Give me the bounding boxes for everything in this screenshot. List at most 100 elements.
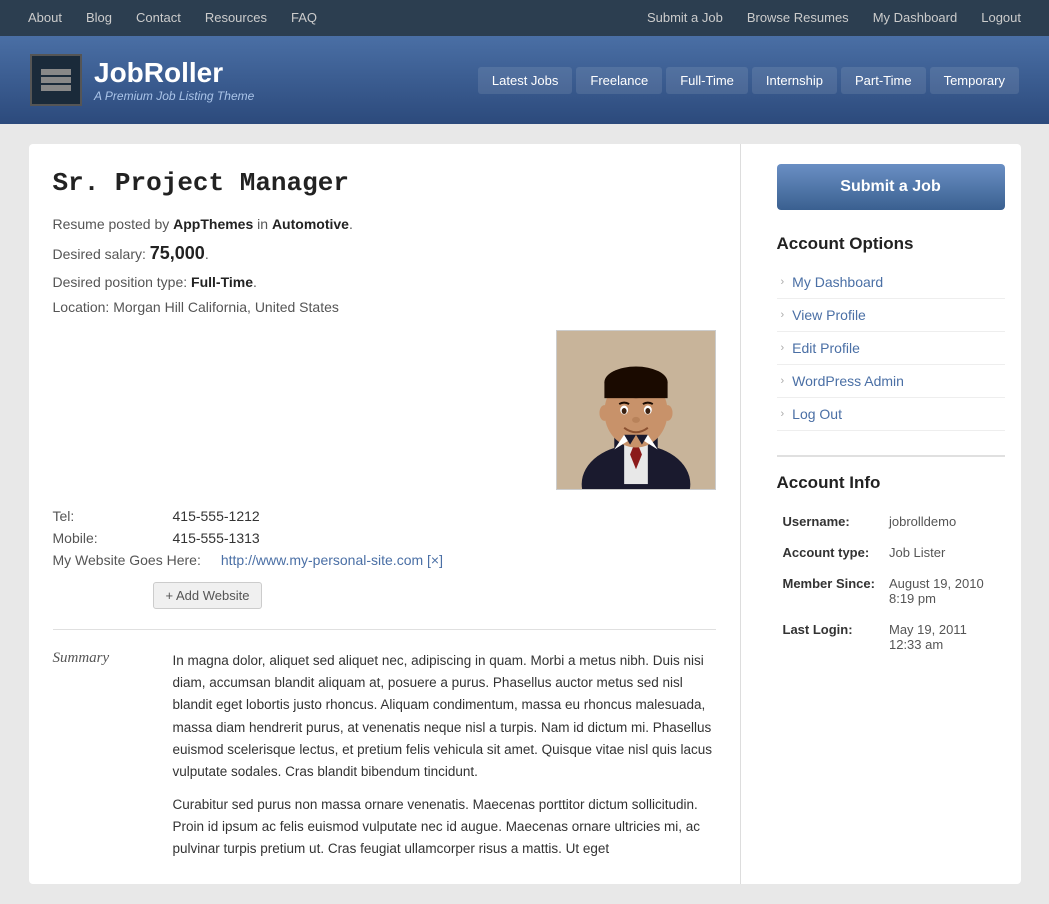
website-label: My Website Goes Here:: [53, 552, 201, 568]
mobile-value: 415-555-1313: [173, 530, 260, 546]
arrow-icon: ›: [781, 276, 785, 288]
view-profile-label: View Profile: [792, 307, 866, 323]
member-since-label: Member Since:: [779, 569, 883, 613]
main-wrapper: Sr. Project Manager Resume posted by App…: [15, 144, 1035, 884]
sidebar-item-wordpress-admin[interactable]: › WordPress Admin: [777, 365, 1005, 397]
nav-about[interactable]: About: [16, 0, 74, 36]
category-nav: Latest Jobs Freelance Full-Time Internsh…: [478, 67, 1019, 94]
list-item: › View Profile: [777, 299, 1005, 332]
contact-info-col: [53, 330, 536, 490]
salary-prefix: Desired salary:: [53, 246, 150, 262]
salary-suffix: .: [205, 246, 209, 262]
cat-temporary[interactable]: Temporary: [930, 67, 1019, 94]
member-since-value: August 19, 2010 8:19 pm: [885, 569, 1003, 613]
account-type-label: Account type:: [779, 538, 883, 567]
site-header: JobRoller A Premium Job Listing Theme La…: [0, 36, 1049, 124]
location-prefix: Location:: [53, 299, 114, 315]
table-row: Account type: Job Lister: [779, 538, 1003, 567]
summary-paragraph-1: In magna dolor, aliquet sed aliquet nec,…: [173, 650, 716, 784]
logo-icon: [30, 54, 82, 106]
top-nav-right: Submit a Job Browse Resumes My Dashboard…: [635, 0, 1033, 36]
list-item: › Log Out: [777, 398, 1005, 431]
tel-label: Tel:: [53, 508, 153, 524]
position-prefix: Desired position type:: [53, 274, 192, 290]
nav-browse-resumes[interactable]: Browse Resumes: [735, 0, 861, 36]
cat-full-time[interactable]: Full-Time: [666, 67, 748, 94]
table-row: Member Since: August 19, 2010 8:19 pm: [779, 569, 1003, 613]
person-svg: [557, 330, 715, 490]
table-row: Last Login: May 19, 2011 12:33 am: [779, 615, 1003, 659]
contact-row-tel: Tel: 415-555-1212: [53, 508, 716, 524]
list-item: › My Dashboard: [777, 266, 1005, 299]
summary-section: Summary In magna dolor, aliquet sed aliq…: [53, 650, 716, 860]
username-value: jobrolldemo: [885, 507, 1003, 536]
arrow-icon: ›: [781, 309, 785, 321]
nav-my-dashboard[interactable]: My Dashboard: [861, 0, 970, 36]
contact-row-mobile: Mobile: 415-555-1313: [53, 530, 716, 546]
main-content: Sr. Project Manager Resume posted by App…: [29, 144, 741, 884]
account-info-title: Account Info: [777, 455, 1005, 493]
profile-photo: [556, 330, 716, 490]
sidebar-item-my-dashboard[interactable]: › My Dashboard: [777, 266, 1005, 298]
contact-info-block: Tel: 415-555-1212 Mobile: 415-555-1313 M…: [53, 508, 716, 609]
account-options-title: Account Options: [777, 234, 1005, 254]
submit-job-button[interactable]: Submit a Job: [777, 164, 1005, 210]
resume-meta: Resume posted by AppThemes in Automotive…: [53, 212, 716, 320]
summary-label: Summary: [53, 650, 153, 860]
profile-photo-container: [556, 330, 716, 490]
add-website-area: + Add Website: [153, 574, 716, 609]
sidebar-item-edit-profile[interactable]: › Edit Profile: [777, 332, 1005, 364]
location-value: Morgan Hill California, United States: [113, 299, 339, 315]
last-login-label: Last Login:: [779, 615, 883, 659]
nav-faq[interactable]: FAQ: [279, 0, 329, 36]
salary-value: 75,000: [150, 243, 205, 263]
posted-by-prefix: Resume posted by: [53, 216, 174, 232]
logo-area: JobRoller A Premium Job Listing Theme: [30, 54, 254, 106]
nav-contact[interactable]: Contact: [124, 0, 193, 36]
top-nav-left: About Blog Contact Resources FAQ: [16, 0, 329, 36]
cat-internship[interactable]: Internship: [752, 67, 837, 94]
posted-by-name: AppThemes: [173, 216, 253, 232]
nav-resources[interactable]: Resources: [193, 0, 279, 36]
mobile-label: Mobile:: [53, 530, 153, 546]
nav-logout[interactable]: Logout: [969, 0, 1033, 36]
edit-profile-label: Edit Profile: [792, 340, 860, 356]
site-title: JobRoller: [94, 57, 254, 89]
account-info-table: Username: jobrolldemo Account type: Job …: [777, 505, 1005, 661]
job-title: Sr. Project Manager: [53, 168, 716, 198]
sidebar: Submit a Job Account Options › My Dashbo…: [761, 144, 1021, 884]
table-row: Username: jobrolldemo: [779, 507, 1003, 536]
resume-category: Automotive: [272, 216, 349, 232]
list-item: › WordPress Admin: [777, 365, 1005, 398]
tel-value: 415-555-1212: [173, 508, 260, 524]
arrow-icon: ›: [781, 375, 785, 387]
arrow-icon: ›: [781, 408, 785, 420]
list-item: › Edit Profile: [777, 332, 1005, 365]
position-value: Full-Time: [191, 274, 253, 290]
contact-row-website: My Website Goes Here: http://www.my-pers…: [53, 552, 716, 568]
sidebar-item-log-out[interactable]: › Log Out: [777, 398, 1005, 430]
username-label: Username:: [779, 507, 883, 536]
last-login-value: May 19, 2011 12:33 am: [885, 615, 1003, 659]
account-options-list: › My Dashboard › View Profile › Edit Pro…: [777, 266, 1005, 431]
nav-submit-job[interactable]: Submit a Job: [635, 0, 735, 36]
summary-divider: [53, 629, 716, 630]
position-suffix: .: [253, 274, 257, 290]
site-tagline: A Premium Job Listing Theme: [94, 89, 254, 103]
content-area: Sr. Project Manager Resume posted by App…: [29, 144, 1021, 884]
summary-paragraph-2: Curabitur sed purus non massa ornare ven…: [173, 794, 716, 861]
account-type-value: Job Lister: [885, 538, 1003, 567]
category-suffix: .: [349, 216, 353, 232]
website-link[interactable]: http://www.my-personal-site.com [×]: [221, 552, 443, 568]
add-website-button[interactable]: + Add Website: [153, 582, 263, 609]
profile-photo-row: [53, 330, 716, 490]
cat-part-time[interactable]: Part-Time: [841, 67, 926, 94]
cat-freelance[interactable]: Freelance: [576, 67, 662, 94]
in-text: in: [253, 216, 272, 232]
summary-text: In magna dolor, aliquet sed aliquet nec,…: [173, 650, 716, 860]
sidebar-item-view-profile[interactable]: › View Profile: [777, 299, 1005, 331]
log-out-label: Log Out: [792, 406, 842, 422]
nav-blog[interactable]: Blog: [74, 0, 124, 36]
wordpress-admin-label: WordPress Admin: [792, 373, 904, 389]
cat-latest-jobs[interactable]: Latest Jobs: [478, 67, 573, 94]
